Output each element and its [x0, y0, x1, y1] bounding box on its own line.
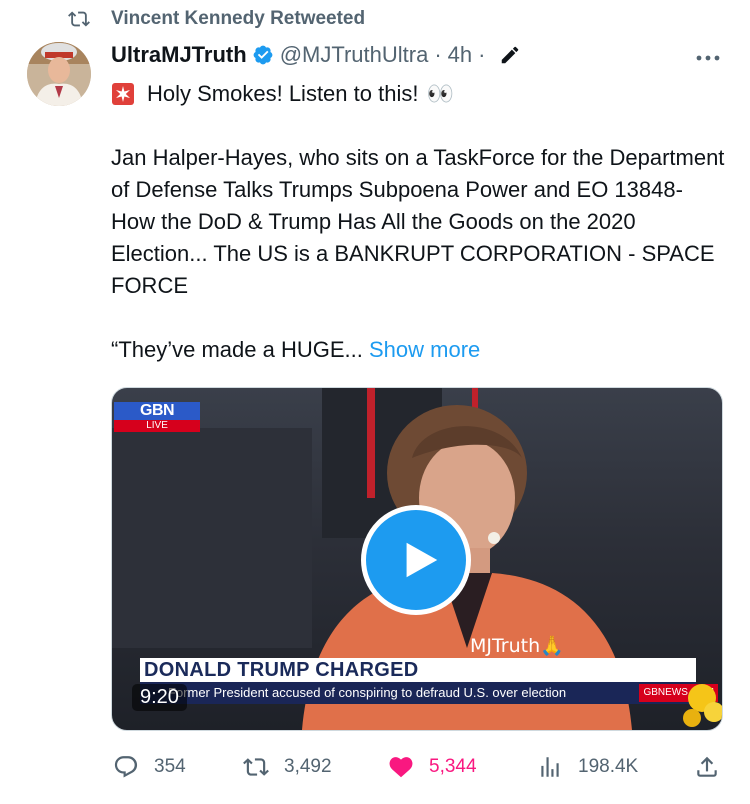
- share-icon: [697, 756, 717, 777]
- retweet-button[interactable]: 3,492: [243, 754, 332, 780]
- more-icon[interactable]: [694, 50, 722, 66]
- separator-dot: ·: [434, 42, 442, 67]
- show-more-link[interactable]: Show more: [369, 337, 480, 362]
- tweet-header: UltraMJTruth @MJTruthUltra · 4h ·: [111, 42, 521, 68]
- like-count: 5,344: [429, 756, 477, 777]
- retweet-icon: [68, 11, 90, 27]
- views-button[interactable]: 198.4K: [537, 754, 638, 780]
- display-name[interactable]: UltraMJTruth: [111, 42, 247, 68]
- verified-badge-icon: [253, 45, 273, 65]
- eyes-emoji: 👀: [426, 81, 454, 106]
- tweet-text-para2: Jan Halper-Hayes, who sits on a TaskForc…: [111, 145, 725, 298]
- siren-emoji: [112, 83, 134, 105]
- tweet-line-1: Holy Smokes! Listen to this! 👀: [111, 78, 731, 110]
- action-bar: 354 3,492 5,344 198.4K: [0, 754, 750, 784]
- flower-decoration: [683, 684, 722, 727]
- gbn-logo: GBN LIVE: [114, 402, 201, 432]
- video-duration: 9:20: [132, 684, 187, 711]
- play-button[interactable]: [361, 505, 471, 615]
- tweet-body: Holy Smokes! Listen to this! 👀 Jan Halpe…: [111, 78, 731, 366]
- watermark-text: MJTruth🙏: [470, 635, 564, 657]
- reply-count: 354: [154, 756, 186, 777]
- live-badge: LIVE: [114, 420, 201, 432]
- avatar[interactable]: [27, 42, 91, 106]
- views-icon: [541, 757, 559, 777]
- edit-icon[interactable]: [499, 44, 521, 66]
- handle[interactable]: @MJTruthUltra: [280, 42, 429, 68]
- reply-icon: [114, 756, 138, 778]
- retweet-label[interactable]: Vincent Kennedy Retweeted: [111, 8, 365, 30]
- avatar-photo: [27, 42, 91, 106]
- lower-third-banner: DONALD TRUMP CHARGED Former President ac…: [140, 658, 718, 704]
- retweet-count: 3,492: [284, 756, 332, 777]
- tweet-text-para3: “They’ve made a HUGE... Show more: [111, 334, 731, 366]
- reply-button[interactable]: 354: [113, 754, 186, 780]
- tweet-text-truncated: “They’ve made a HUGE...: [111, 337, 363, 362]
- like-button[interactable]: 5,344: [388, 754, 477, 780]
- views-count: 198.4K: [578, 756, 639, 777]
- separator-dot: ·: [478, 42, 486, 67]
- gbn-logo-text: GBN: [114, 402, 201, 420]
- play-icon: [406, 542, 438, 578]
- retweet-icon: [243, 758, 269, 776]
- tweet-text-line1: Holy Smokes! Listen to this!: [147, 81, 419, 106]
- news-subline-text: Former President accused of conspiring t…: [168, 685, 567, 700]
- video-player[interactable]: GBN LIVE MJTruth🙏 DONALD TRUMP CHARGED F…: [111, 387, 723, 731]
- retweet-indicator: Vincent Kennedy Retweeted: [68, 8, 365, 30]
- news-subline: Former President accused of conspiring t…: [140, 682, 718, 704]
- timestamp[interactable]: 4h: [448, 42, 472, 68]
- share-button[interactable]: [694, 754, 720, 780]
- news-headline: DONALD TRUMP CHARGED: [140, 658, 696, 682]
- heart-icon: [389, 757, 413, 778]
